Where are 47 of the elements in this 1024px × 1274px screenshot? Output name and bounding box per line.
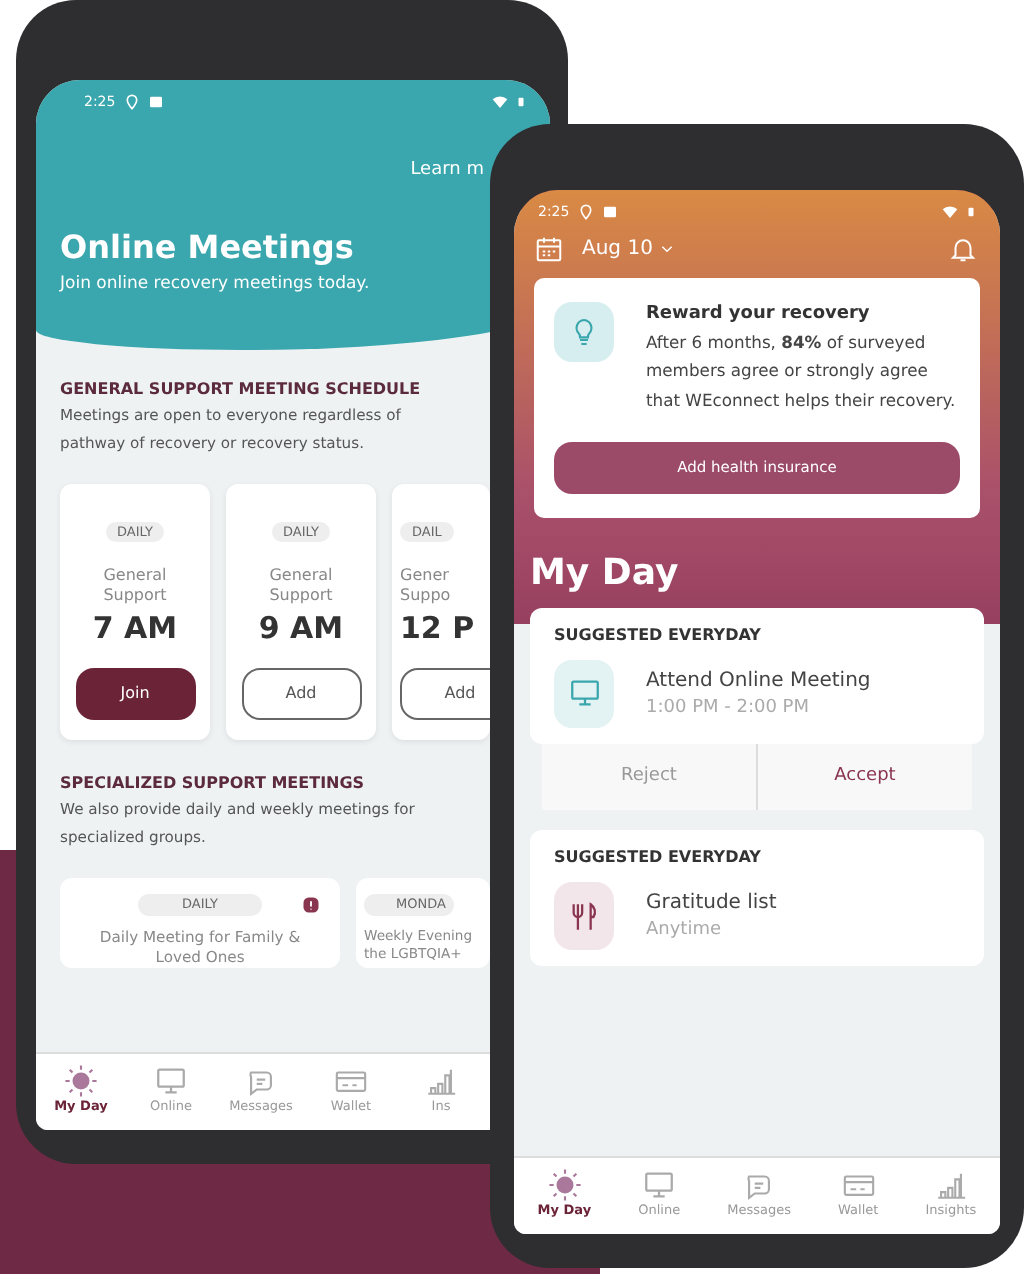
add-button[interactable]: Add <box>400 667 490 720</box>
promo-title: Reward your recovery <box>646 301 872 327</box>
screen-title: Online Meetings <box>60 226 354 270</box>
bell-icon <box>948 233 978 263</box>
bar-chart-icon <box>933 1168 968 1203</box>
suggestion-tag: SUGGESTED EVERYDAY <box>554 623 960 648</box>
monitor-icon <box>642 1168 677 1203</box>
suggestion-tag: SUGGESTED EVERYDAY <box>554 846 960 871</box>
section-heading: SPECIALIZED SUPPORT MEETINGS <box>60 771 367 796</box>
meeting-name: Gener Suppo <box>400 565 453 607</box>
calendar-icon <box>534 233 564 263</box>
location-icon <box>577 204 594 221</box>
section-heading: GENERAL SUPPORT MEETING SCHEDULE <box>60 377 423 402</box>
add-button[interactable]: Add <box>241 667 361 720</box>
battery-icon <box>516 94 526 111</box>
bar-chart-icon <box>424 1064 458 1099</box>
chevron-down-icon <box>660 241 675 255</box>
notification-icon <box>601 204 618 221</box>
suggestion-title: Attend Online Meeting <box>646 667 871 696</box>
screen-subtitle: Join online recovery meetings today. <box>60 272 372 298</box>
utensils-icon <box>554 882 614 951</box>
lightbulb-icon <box>554 301 614 361</box>
wifi-icon <box>942 204 958 221</box>
suggestion-time: 1:00 PM - 2:00 PM <box>646 695 811 722</box>
meeting-name: General Support <box>267 565 335 607</box>
meeting-time: 9 AM <box>256 608 346 651</box>
monitor-icon <box>554 659 614 728</box>
info-icon <box>302 896 320 915</box>
meeting-time: 12 P <box>400 608 477 651</box>
join-button[interactable]: Join <box>75 667 195 720</box>
date-picker[interactable]: Aug 10 <box>580 231 677 265</box>
notification-icon <box>147 94 164 111</box>
sun-icon <box>64 1064 98 1099</box>
location-icon <box>123 94 140 111</box>
battery-icon <box>966 204 976 221</box>
wifi-icon <box>492 94 508 111</box>
accept-button[interactable]: Accept <box>756 743 972 811</box>
promo-text: After 6 months, 84% of surveyed members agree or strongly agree that WEconnect helps their recovery. <box>646 330 958 414</box>
section-title: My Day <box>528 549 681 598</box>
learn-more-link[interactable]: Learn m <box>410 157 484 184</box>
suggestion-title: Gratitude list <box>646 890 777 919</box>
meeting-name: General Support <box>101 565 169 607</box>
meeting-time: 7 AM <box>90 608 180 651</box>
monitor-icon <box>154 1064 188 1099</box>
reject-button[interactable]: Reject <box>542 743 756 811</box>
suggestion-time: Anytime <box>646 918 724 945</box>
sun-icon <box>547 1168 582 1203</box>
